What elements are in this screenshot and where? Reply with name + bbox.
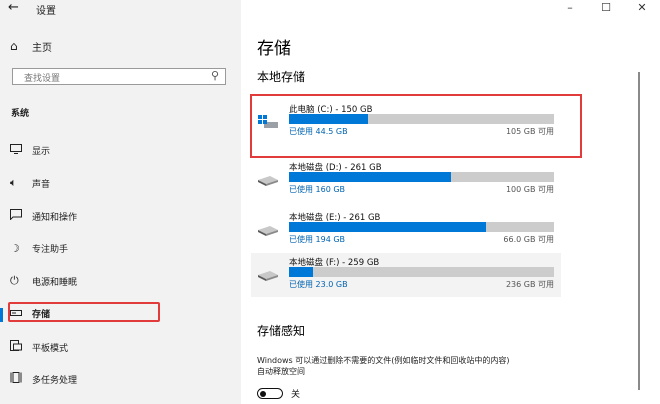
- home-icon: ⌂: [10, 39, 18, 53]
- storage-sense-title: 存储感知: [257, 324, 306, 338]
- sidebar-item-multitasking[interactable]: 多任务处理: [10, 370, 77, 388]
- search-input[interactable]: 查找设置 ⚲: [12, 68, 226, 85]
- drive-used: 已使用 194 GB: [289, 235, 346, 244]
- scrollbar[interactable]: [638, 72, 640, 390]
- sidebar-item-label: 多任务处理: [32, 375, 78, 386]
- drive-icon: [258, 267, 278, 281]
- sidebar-item-storage[interactable]: 存储: [10, 304, 50, 322]
- drive-item[interactable]: 本地磁盘 (F:) - 259 GB 已使用 23.0 GB 236 GB 可用: [251, 253, 561, 297]
- page-title: 存储: [257, 39, 291, 59]
- usage-bar-fill: [289, 267, 313, 277]
- storage-sense-description: Windows 可以通过删除不需要的文件(例如临时文件和回收站中的内容) 自动释…: [257, 355, 657, 377]
- drive-item[interactable]: 本地磁盘 (E:) - 261 GB 已使用 194 GB 66.0 GB 可用: [251, 208, 561, 252]
- close-button[interactable]: ✕: [624, 0, 660, 16]
- window-title: 设置: [36, 6, 56, 17]
- toggle-knob: [260, 390, 266, 397]
- minimize-button[interactable]: –: [552, 0, 588, 16]
- storage-sense-toggle[interactable]: [257, 388, 283, 399]
- home-label: 主页: [32, 42, 52, 54]
- focus-assist-icon: ☽: [10, 241, 20, 255]
- usage-bar-fill: [289, 172, 452, 182]
- drive-item[interactable]: 本地磁盘 (D:) - 261 GB 已使用 160 GB 100 GB 可用: [251, 158, 561, 202]
- storage-icon: [10, 307, 32, 320]
- sidebar-item-label: 存储: [32, 309, 51, 320]
- sidebar-item-power[interactable]: ⏻ 电源和睡眠: [10, 272, 77, 290]
- highlight-box-c-drive: [250, 94, 582, 158]
- usage-bar: [289, 267, 554, 277]
- drive-used: 已使用 23.0 GB: [289, 280, 348, 289]
- drive-available: 66.0 GB 可用: [503, 235, 554, 244]
- usage-bar: [289, 172, 554, 182]
- sidebar-item-notifications[interactable]: 通知和操作: [10, 207, 77, 225]
- home-link[interactable]: ⌂ 主页: [10, 38, 52, 54]
- selected-indicator: [0, 308, 3, 322]
- sidebar-item-label: 专注助手: [32, 244, 69, 255]
- notification-icon: [10, 209, 32, 223]
- back-arrow-icon[interactable]: ←: [8, 0, 19, 15]
- sidebar-item-label: 显示: [32, 146, 51, 157]
- tablet-mode-icon: [10, 340, 32, 354]
- sidebar-item-label: 通知和操作: [32, 212, 78, 223]
- power-icon: ⏻: [10, 274, 19, 287]
- display-icon: [10, 143, 32, 157]
- multitasking-icon: [10, 372, 32, 386]
- drive-available: 236 GB 可用: [505, 280, 554, 289]
- drive-available: 100 GB 可用: [505, 185, 554, 194]
- window-controls: – ☐ ✕: [552, 0, 660, 16]
- usage-bar: [289, 222, 554, 232]
- main-content: – ☐ ✕ 存储 本地存储 此电脑 (C:) - 150 GB 已使用 44.5 …: [241, 0, 660, 404]
- drive-used: 已使用 160 GB: [289, 185, 346, 194]
- sidebar-item-focus-assist[interactable]: ☽ 专注助手: [10, 239, 68, 257]
- local-storage-title: 本地存储: [257, 70, 306, 84]
- sidebar-item-display[interactable]: 显示: [10, 141, 50, 159]
- storage-sense-desc-line2: 自动释放空间: [257, 367, 305, 376]
- usage-bar-fill: [289, 222, 486, 232]
- sidebar-item-tablet-mode[interactable]: 平板模式: [10, 338, 68, 356]
- search-placeholder: 查找设置: [24, 74, 61, 84]
- sidebar-item-label: 电源和睡眠: [32, 277, 78, 288]
- drive-icon: [258, 172, 278, 186]
- sidebar-item-sound[interactable]: 🔈︎ 声音: [10, 174, 50, 192]
- sidebar: ← 设置 ⌂ 主页 查找设置 ⚲ 系统 显示 🔈︎ 声音 通知和操作 ☽ 专注助…: [0, 0, 241, 404]
- section-label: 系统: [11, 109, 30, 119]
- sidebar-item-label: 平板模式: [32, 343, 69, 354]
- storage-sense-desc-line1: Windows 可以通过删除不需要的文件(例如临时文件和回收站中的内容): [257, 356, 510, 365]
- sound-icon: 🔈︎: [10, 176, 17, 189]
- maximize-button[interactable]: ☐: [588, 0, 624, 16]
- sidebar-item-label: 声音: [32, 179, 51, 190]
- search-icon[interactable]: ⚲: [211, 69, 219, 82]
- storage-sense-toggle-row: 关: [257, 387, 300, 400]
- drive-icon: [258, 222, 278, 236]
- toggle-state-label: 关: [291, 390, 301, 400]
